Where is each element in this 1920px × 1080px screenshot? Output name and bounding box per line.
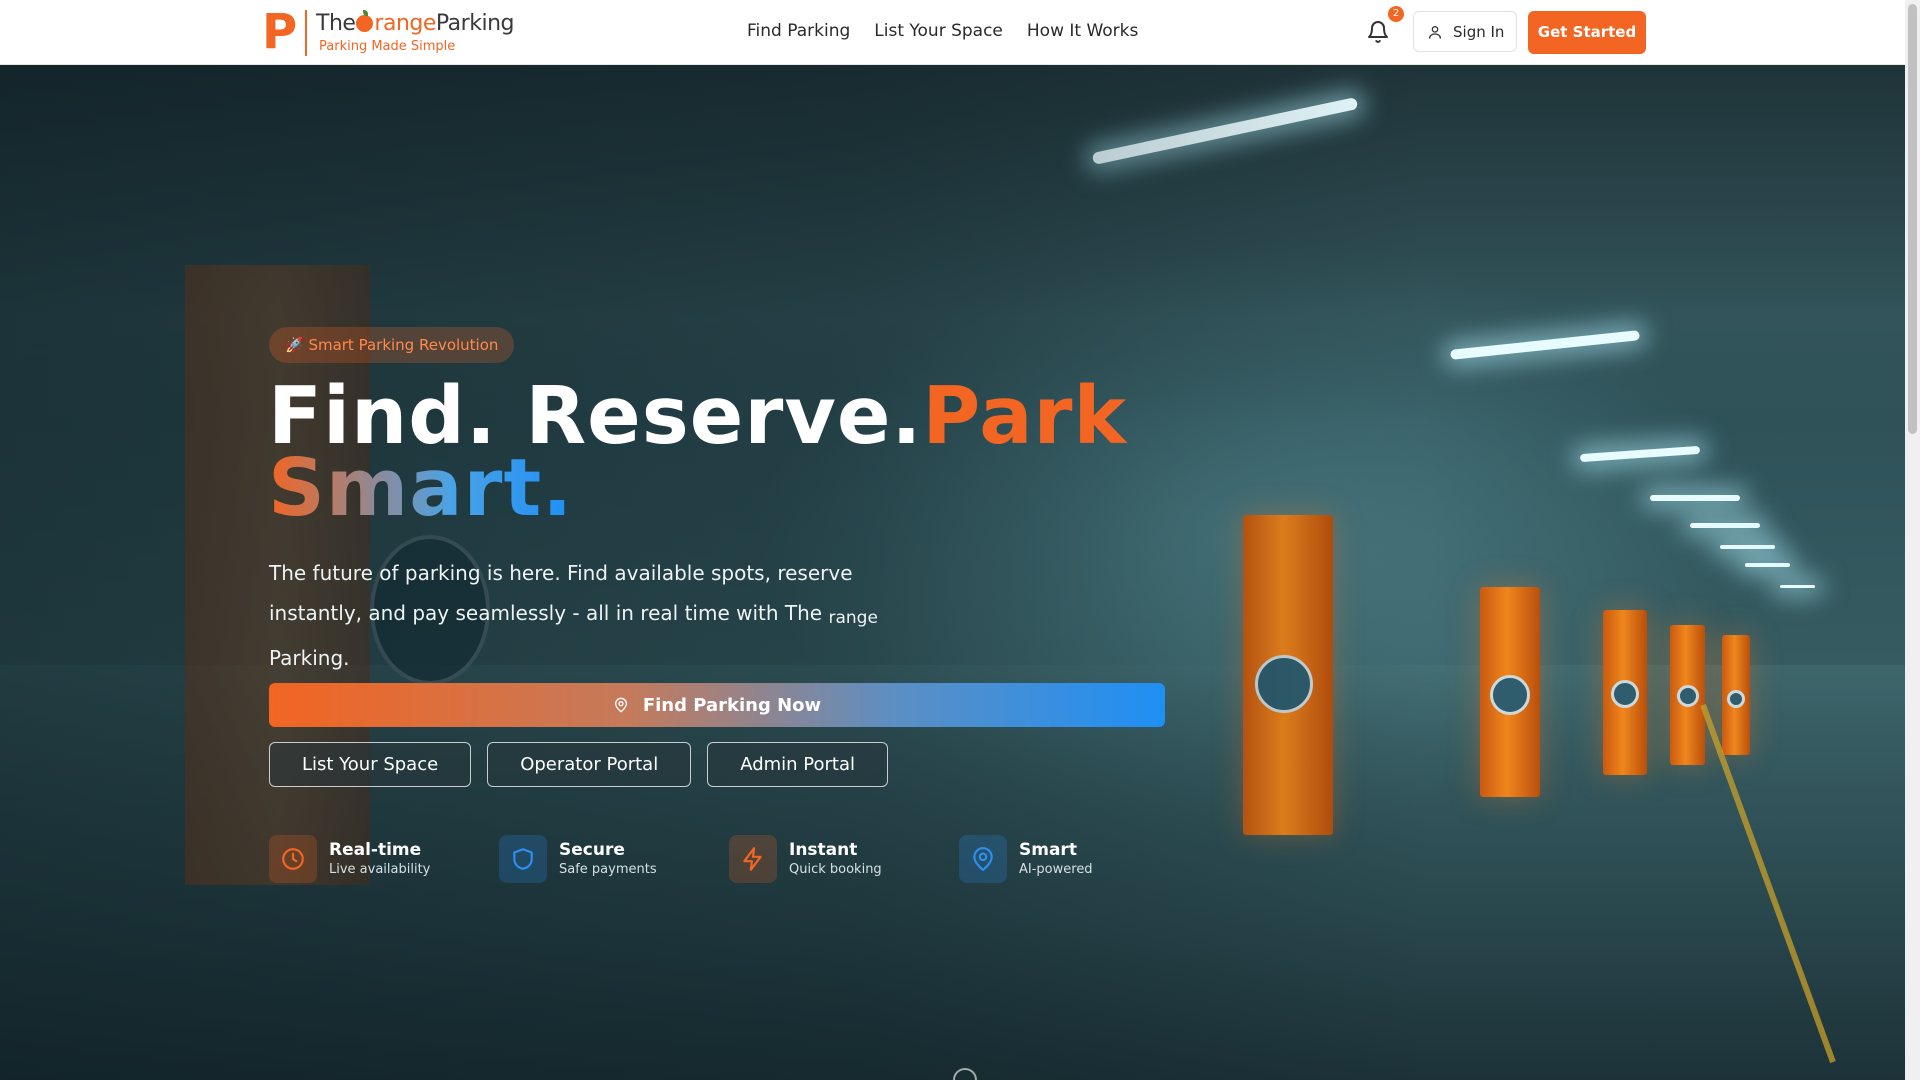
feature-title: Real-time xyxy=(329,839,422,860)
find-parking-now-label: Find Parking Now xyxy=(642,694,822,716)
find-parking-now-button[interactable]: Find Parking Now xyxy=(269,683,1165,727)
logo-letter: P xyxy=(262,4,298,60)
list-your-space-button[interactable]: List Your Space xyxy=(269,742,472,787)
feature-subtitle: Live availability xyxy=(329,861,431,877)
logo-tagline: Parking Made Simple xyxy=(319,39,456,54)
hero-headline: Find. Reserve.Park Smart. xyxy=(268,377,1127,528)
notification-count-badge: 2 xyxy=(1388,6,1404,22)
bell-icon[interactable] xyxy=(1366,20,1390,44)
headline-orange: Park xyxy=(922,370,1128,462)
feature-title: Secure xyxy=(559,839,625,860)
feature-list: Real-time Live availability Secure Safe … xyxy=(269,835,1189,883)
headline-gradient: Smart. xyxy=(268,442,574,534)
feature-title: Instant xyxy=(789,839,858,860)
main-nav: Find Parking List Your Space How It Work… xyxy=(747,21,1138,41)
operator-portal-button[interactable]: Operator Portal xyxy=(487,742,692,787)
logo-wordmark: The rangeParking xyxy=(316,10,515,36)
broken-logo-image: range xyxy=(828,608,878,628)
subtitle-text: The future of parking is here. Find avai… xyxy=(269,561,853,625)
logo-name-orange: range xyxy=(374,11,436,36)
shield-icon xyxy=(499,835,547,883)
get-started-button[interactable]: Get Started xyxy=(1528,11,1646,54)
feature-item: Instant Quick booking xyxy=(729,835,959,883)
top-navbar: P The rangeParking Parking Made Simple Fi… xyxy=(0,0,1905,65)
nav-list-your-space[interactable]: List Your Space xyxy=(874,21,1003,41)
admin-portal-button[interactable]: Admin Portal xyxy=(707,742,889,787)
logo-name-prefix: The xyxy=(316,11,356,36)
feature-item: Real-time Live availability xyxy=(269,835,499,883)
subtitle-tail: Parking. xyxy=(269,646,350,670)
feature-title: Smart xyxy=(1019,839,1077,860)
sign-in-button[interactable]: Sign In xyxy=(1413,11,1517,52)
nav-find-parking[interactable]: Find Parking xyxy=(747,21,850,41)
feature-item: Secure Safe payments xyxy=(499,835,729,883)
nav-how-it-works[interactable]: How It Works xyxy=(1027,21,1138,41)
orange-fruit-icon xyxy=(356,10,374,32)
feature-subtitle: Quick booking xyxy=(789,861,882,877)
map-pin-icon xyxy=(614,697,627,713)
user-icon xyxy=(1429,25,1441,39)
lightning-icon xyxy=(729,835,777,883)
scrollbar-thumb[interactable] xyxy=(1908,4,1917,434)
feature-subtitle: AI-powered xyxy=(1019,861,1093,877)
logo-name-suffix: Parking xyxy=(435,11,515,36)
logo-divider xyxy=(305,10,307,56)
hero-subtitle: The future of parking is here. Find avai… xyxy=(269,553,909,678)
feature-item: Smart AI-powered xyxy=(959,835,1189,883)
feature-subtitle: Safe payments xyxy=(559,861,657,877)
hero-badge: 🚀 Smart Parking Revolution xyxy=(269,327,515,363)
secondary-actions: List Your Space Operator Portal Admin Po… xyxy=(269,742,889,787)
clock-icon xyxy=(269,835,317,883)
map-pin-icon xyxy=(959,835,1007,883)
sign-in-label: Sign In xyxy=(1453,22,1505,41)
